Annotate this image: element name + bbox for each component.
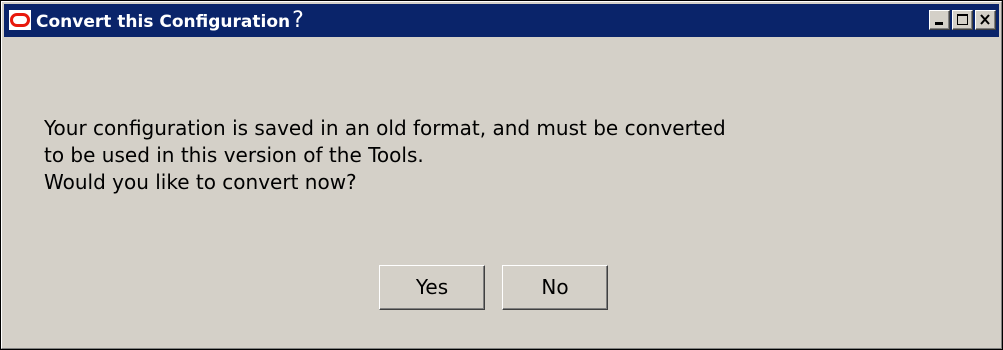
message-line: to be used in this version of the Tools.	[44, 143, 424, 167]
minimize-button[interactable]	[929, 10, 950, 30]
message-text: Your configuration is saved in an old fo…	[44, 115, 726, 196]
message-line: Would you like to convert now?	[44, 170, 357, 194]
oracle-logo-icon	[9, 10, 31, 30]
close-icon	[980, 14, 990, 25]
dialog-window: Convert this Configuration? Your configu…	[0, 0, 1003, 350]
no-button[interactable]: No	[502, 265, 608, 310]
window-title: Convert this Configuration?	[36, 8, 304, 33]
message-line: Your configuration is saved in an old fo…	[44, 116, 726, 140]
maximize-button[interactable]	[952, 10, 973, 30]
window-controls	[929, 10, 996, 30]
close-button[interactable]	[975, 10, 996, 30]
yes-button[interactable]: Yes	[379, 265, 485, 310]
question-mark-glyph: ?	[292, 8, 304, 33]
title-bar[interactable]: Convert this Configuration?	[4, 4, 999, 37]
minimize-icon	[935, 22, 943, 25]
maximize-icon	[957, 14, 968, 25]
